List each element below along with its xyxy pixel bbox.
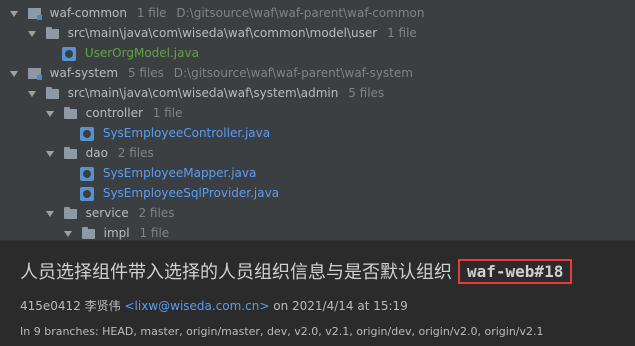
chevron-down-icon[interactable] bbox=[10, 70, 18, 77]
chevron-down-icon[interactable] bbox=[10, 10, 18, 17]
folder-icon bbox=[63, 106, 77, 119]
java-class-icon bbox=[80, 166, 94, 181]
folder-icon bbox=[81, 226, 95, 239]
java-class-icon bbox=[80, 126, 94, 141]
folder-icon bbox=[63, 146, 77, 159]
tree-row-file[interactable]: UserOrgModel.java bbox=[62, 43, 199, 63]
tree-row-folder[interactable]: service 2 files bbox=[46, 203, 174, 223]
folder-icon bbox=[63, 206, 77, 219]
chevron-down-icon[interactable] bbox=[28, 30, 36, 37]
chevron-down-icon[interactable] bbox=[46, 210, 54, 217]
tree-row-folder[interactable]: dao 2 files bbox=[46, 143, 154, 163]
module-icon bbox=[27, 68, 42, 80]
changed-files-tree: waf-common 1 file D:\gitsource\waf\waf-p… bbox=[0, 0, 635, 240]
java-class-icon bbox=[80, 186, 94, 201]
tree-row-folder[interactable]: src\main\java\com\wiseda\waf\system\admi… bbox=[28, 83, 384, 103]
issue-reference-highlight[interactable]: waf-web#18 bbox=[458, 258, 573, 284]
tree-row-folder[interactable]: src\main\java\com\wiseda\waf\common\mode… bbox=[28, 23, 417, 43]
tree-row-file[interactable]: SysEmployeeSqlProvider.java bbox=[80, 183, 279, 203]
commit-details-panel: 人员选择组件带入选择的人员组织信息与是否默认组织 waf-web#18 415e0… bbox=[0, 240, 635, 346]
commit-branches: In 9 branches: HEAD, master, origin/mast… bbox=[20, 325, 544, 338]
tree-row-module-waf-common[interactable]: waf-common 1 file D:\gitsource\waf\waf-p… bbox=[10, 3, 424, 23]
chevron-down-icon[interactable] bbox=[46, 150, 54, 157]
tree-row-folder[interactable]: controller 1 file bbox=[46, 103, 182, 123]
commit-author: 李贤伟 bbox=[84, 299, 121, 313]
commit-date: on 2021/4/14 at 15:19 bbox=[273, 299, 408, 313]
chevron-down-icon[interactable] bbox=[64, 230, 72, 237]
author-email-link[interactable]: <lixw@wiseda.com.cn> bbox=[125, 299, 270, 313]
module-icon bbox=[27, 8, 42, 20]
commit-info: 415e0412 李贤伟 <lixw@wiseda.com.cn> on 202… bbox=[20, 297, 408, 314]
commit-hash[interactable]: 415e0412 bbox=[20, 299, 81, 313]
tree-row-folder[interactable]: impl 1 file bbox=[64, 223, 169, 240]
chevron-down-icon[interactable] bbox=[46, 110, 54, 117]
java-class-icon bbox=[62, 46, 76, 61]
folder-icon bbox=[45, 26, 59, 39]
tree-row-file[interactable]: SysEmployeeMapper.java bbox=[80, 163, 256, 183]
tree-row-file[interactable]: SysEmployeeController.java bbox=[80, 123, 270, 143]
chevron-down-icon[interactable] bbox=[28, 90, 36, 97]
folder-icon bbox=[45, 86, 59, 99]
tree-row-module-waf-system[interactable]: waf-system 5 files D:\gitsource\waf\waf-… bbox=[10, 63, 413, 83]
commit-subject: 人员选择组件带入选择的人员组织信息与是否默认组织 waf-web#18 bbox=[20, 258, 573, 284]
